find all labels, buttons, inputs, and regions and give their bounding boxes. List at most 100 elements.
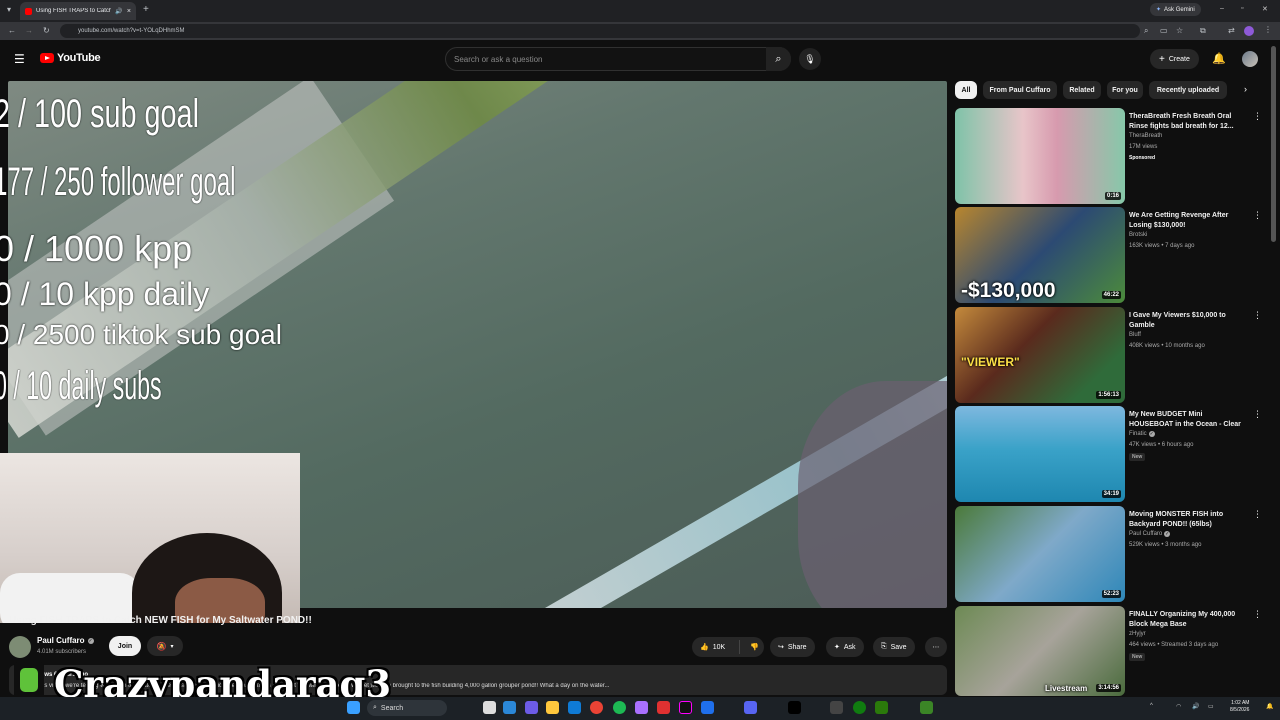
channel-name-row[interactable]: Paul Cuffaro ✓: [37, 636, 94, 645]
video-thumbnail[interactable]: 0:16: [955, 108, 1125, 204]
wifi-icon[interactable]: ◠: [1176, 703, 1181, 710]
recommendation-meta: 17M views: [1129, 144, 1158, 150]
thumbs-up-icon: 👍: [700, 644, 709, 651]
recommendation-channel: Finatic: [1129, 431, 1147, 437]
dislike-button[interactable]: 👎: [744, 643, 759, 651]
subscription-bell-button[interactable]: 🔕 ▾: [147, 636, 183, 656]
streamer-webcam: [0, 453, 300, 623]
recommendation-item[interactable]: "VIEWER" 1:56:13 I Gave My Viewers $10,0…: [955, 307, 1262, 403]
copilot-icon[interactable]: [525, 701, 538, 714]
bell-off-icon: 🔕: [156, 641, 167, 651]
notification-center-icon[interactable]: 🔔: [1266, 703, 1273, 710]
discord-icon[interactable]: [744, 701, 757, 714]
video-thumbnail[interactable]: "VIEWER" 1:56:13: [955, 307, 1125, 403]
minecraft-icon[interactable]: [920, 701, 933, 714]
kick-icon[interactable]: [788, 701, 801, 714]
game-launcher-icon[interactable]: [875, 701, 888, 714]
video-thumbnail[interactable]: Livestream 3:14:56: [955, 606, 1125, 696]
more-vertical-icon[interactable]: ⋮: [1253, 409, 1262, 420]
thumbs-down-icon: 👎: [750, 644, 759, 651]
recommendation-channel: TheraBreath: [1129, 133, 1163, 139]
join-label: Join: [117, 642, 133, 650]
recommendation-title: TheraBreath Fresh Breath Oral Rinse figh…: [1129, 113, 1234, 130]
obs-icon[interactable]: [830, 701, 843, 714]
recommendation-title: I Gave My Viewers $10,000 to Gamble: [1129, 312, 1226, 329]
twitch-icon[interactable]: [635, 701, 648, 714]
taskbar-search-label: Search: [380, 704, 404, 712]
taskbar-search[interactable]: ⌕ Search: [367, 700, 447, 716]
goal-subs: 2 / 100 sub goal: [0, 92, 199, 136]
vscode-icon[interactable]: [701, 701, 714, 714]
page-scrollbar-thumb[interactable]: [1271, 46, 1276, 242]
goal-tiktok: 0 / 2500 tiktok sub goal: [0, 319, 282, 350]
more-vertical-icon[interactable]: ⋮: [1253, 210, 1262, 221]
chip-related[interactable]: Related: [1063, 81, 1101, 99]
recommendation-meta: 47K views • 6 hours ago: [1129, 442, 1194, 448]
recommendation-meta: 163K views • 7 days ago: [1129, 243, 1195, 249]
video-thumbnail[interactable]: -$130,000 46:22: [955, 207, 1125, 303]
recommendation-meta: 464 views • Streamed 3 days ago: [1129, 642, 1219, 648]
more-actions-button[interactable]: ⋯: [925, 637, 947, 657]
more-vertical-icon[interactable]: ⋮: [1253, 509, 1262, 520]
spotify-icon[interactable]: [613, 701, 626, 714]
save-playlist-icon: ⎘: [881, 643, 887, 650]
goal-followers: 177 / 250 follower goal: [0, 160, 236, 204]
save-button[interactable]: ⎘ Save: [873, 637, 915, 657]
edge-icon[interactable]: [503, 701, 516, 714]
recommendation-title: Moving MONSTER FISH into Backyard POND!!…: [1129, 511, 1224, 528]
new-badge: New: [1129, 653, 1146, 661]
chip-from-channel[interactable]: From Paul Cuffaro: [983, 81, 1057, 99]
join-button[interactable]: Join: [109, 636, 141, 656]
more-vertical-icon[interactable]: ⋮: [1253, 310, 1262, 321]
share-label: Share: [787, 643, 807, 651]
sponsored-badge: Sponsored: [1129, 155, 1156, 161]
xbox-icon[interactable]: [853, 701, 866, 714]
windows-start-icon[interactable]: [347, 701, 360, 714]
channel-avatar[interactable]: [9, 636, 31, 658]
chip-for-you[interactable]: For you: [1107, 81, 1143, 99]
chrome-icon[interactable]: [590, 701, 603, 714]
chip-all[interactable]: All: [955, 81, 977, 99]
goal-kpp-daily: 0 / 10 kpp daily: [0, 276, 210, 312]
new-badge: New: [1129, 453, 1146, 461]
file-explorer-icon[interactable]: [546, 701, 559, 714]
video-duration: 46:22: [1101, 291, 1121, 299]
like-dislike-group: 👍 10K 👎: [692, 637, 764, 657]
store-icon[interactable]: [568, 701, 581, 714]
more-vertical-icon[interactable]: ⋮: [1253, 111, 1262, 122]
verified-check-icon: ✓: [1164, 531, 1171, 537]
battery-icon[interactable]: ▭: [1208, 703, 1214, 710]
rumble-logo-icon: [20, 668, 38, 692]
taskbar-search-icon: ⌕: [373, 704, 377, 711]
subscriber-count: 4.01M subscribers: [37, 649, 87, 655]
recommendation-channel-row: Paul Cuffaro ✓: [1129, 531, 1171, 537]
like-button[interactable]: 👍 10K: [692, 640, 740, 654]
share-button[interactable]: ↪ Share: [770, 637, 815, 657]
volume-icon[interactable]: 🔊: [1192, 703, 1199, 710]
video-thumbnail[interactable]: 34:19: [955, 406, 1125, 502]
verified-check-icon: ✓: [87, 637, 94, 644]
ask-button[interactable]: ✦ Ask: [826, 637, 864, 657]
thumbnail-overlay-text: "VIEWER": [961, 355, 1020, 369]
goal-daily-subs: 0 / 10 daily subs: [0, 364, 162, 408]
more-vertical-icon[interactable]: ⋮: [1253, 609, 1262, 620]
tiktok-icon[interactable]: [679, 701, 692, 714]
recommendation-item[interactable]: 0:16 TheraBreath Fresh Breath Oral Rinse…: [955, 108, 1262, 204]
recommendation-item[interactable]: -$130,000 46:22 We Are Getting Revenge A…: [955, 207, 1262, 303]
recorder-icon[interactable]: [657, 701, 670, 714]
chevron-down-icon: ▾: [170, 643, 174, 650]
tray-chevron-icon[interactable]: ^: [1150, 703, 1153, 709]
recommendation-item[interactable]: 52:23 Moving MONSTER FISH into Backyard …: [955, 506, 1262, 602]
save-label: Save: [890, 643, 907, 651]
system-clock[interactable]: 1:02 AM 8/5/2026: [1230, 700, 1249, 714]
recommendation-meta: 408K views • 10 months ago: [1129, 343, 1205, 349]
video-thumbnail[interactable]: 52:23: [955, 506, 1125, 602]
recommendation-item[interactable]: 34:19 My New BUDGET Mini HOUSEBOAT in th…: [955, 406, 1262, 502]
task-view-icon[interactable]: [483, 701, 496, 714]
chip-recently-uploaded[interactable]: Recently uploaded: [1149, 81, 1227, 99]
recommendation-item[interactable]: Livestream 3:14:56 FINALLY Organizing My…: [955, 606, 1262, 696]
more-horizontal-icon: ⋯: [932, 644, 940, 651]
recommendation-channel: Bluff: [1129, 332, 1141, 338]
chevron-right-icon[interactable]: ›: [1244, 84, 1247, 94]
screen: ▾ Using FISH TRAPS to Catch 🔊 × + ✦ Ask …: [0, 0, 1280, 720]
